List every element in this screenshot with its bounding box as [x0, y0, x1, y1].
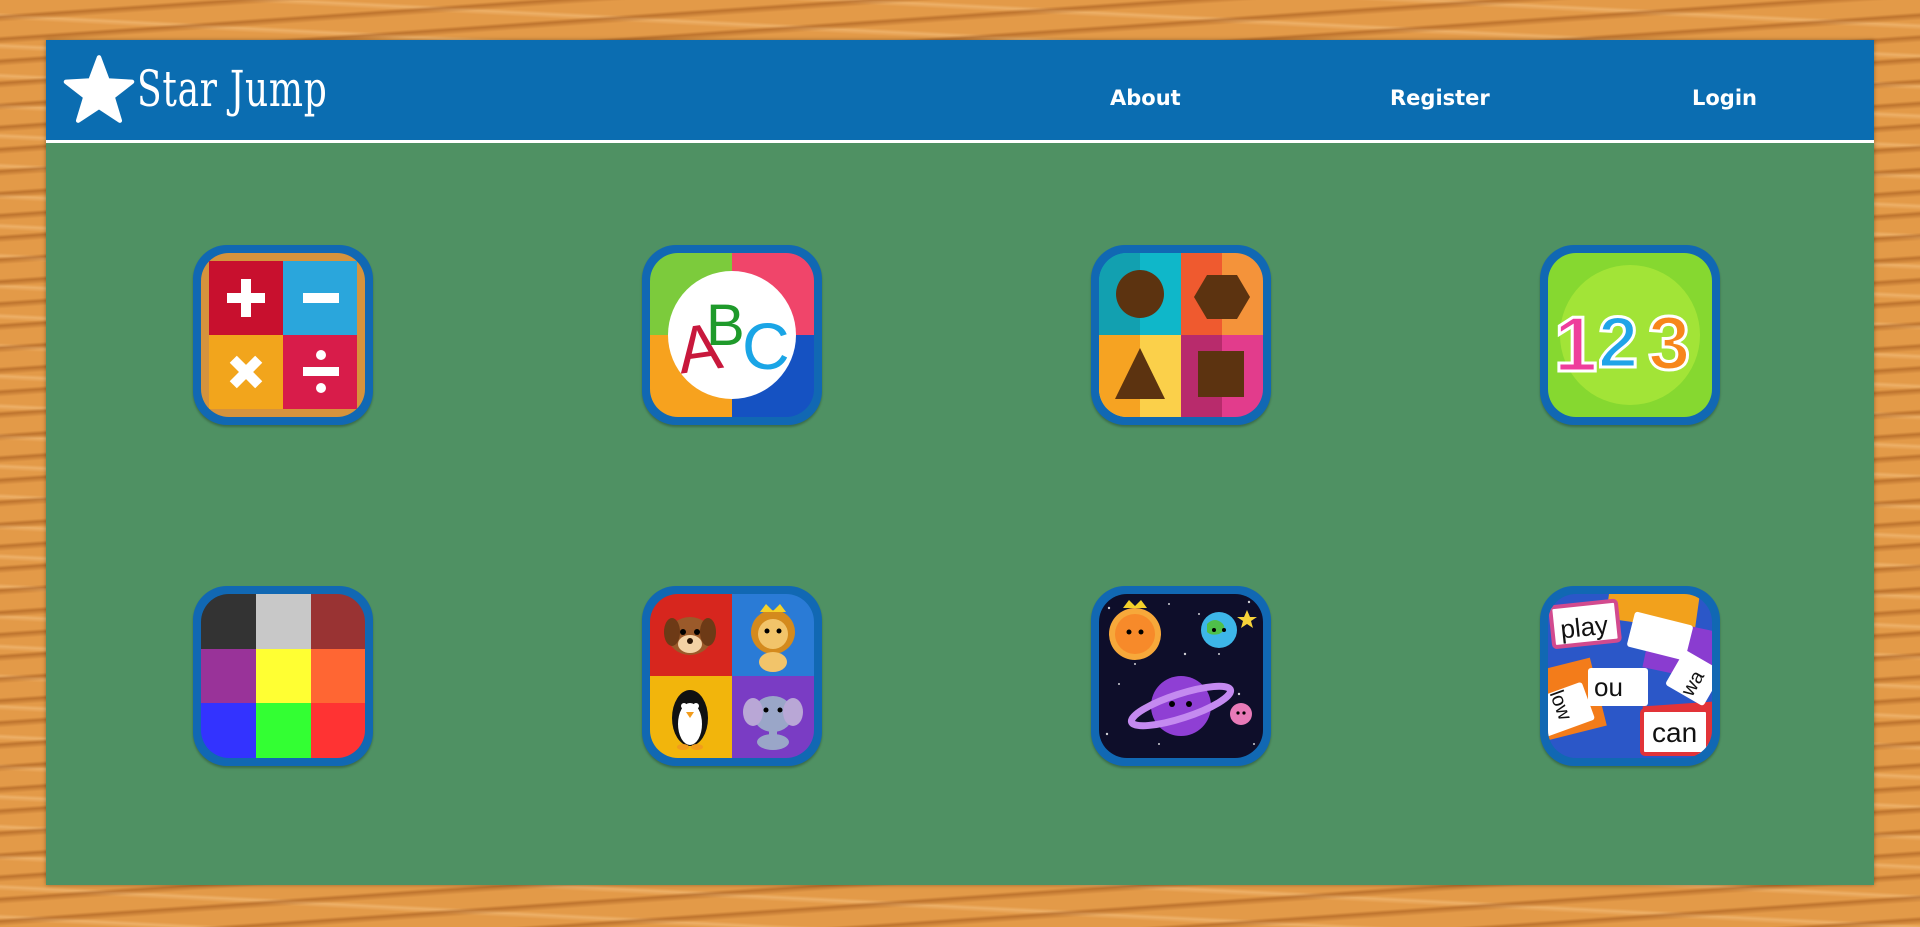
- brand-logo[interactable]: Star Jump: [63, 54, 402, 124]
- svg-text:can: can: [1652, 717, 1697, 748]
- numbers-123-icon: 1 2 3: [1548, 253, 1712, 417]
- brand-name: Star Jump: [137, 60, 328, 118]
- game-tile-colors[interactable]: [193, 586, 373, 766]
- nav-about-link[interactable]: About: [1110, 86, 1181, 110]
- space-planets-icon: [1099, 594, 1263, 758]
- svg-text:ou: ou: [1594, 672, 1623, 702]
- game-tile-shapes[interactable]: [1091, 245, 1271, 425]
- abc-letters-icon: A B C: [650, 253, 814, 417]
- nav-register-link[interactable]: Register: [1390, 86, 1490, 110]
- animals-icon: [650, 594, 814, 758]
- svg-text:3: 3: [1648, 301, 1690, 386]
- game-tile-numbers[interactable]: 1 2 3: [1540, 245, 1720, 425]
- chalkboard: Star Jump About Register Login A B C 1 2…: [46, 40, 1874, 885]
- star-icon: [63, 55, 135, 123]
- sight-words-icon: play ou low wa can: [1548, 594, 1712, 758]
- game-tile-space[interactable]: [1091, 586, 1271, 766]
- math-operations-icon: [201, 253, 365, 417]
- shapes-icon: [1099, 253, 1263, 417]
- svg-text:2: 2: [1598, 303, 1638, 383]
- nav-login-link[interactable]: Login: [1692, 86, 1757, 110]
- top-nav-bar: Star Jump About Register Login: [46, 40, 1874, 143]
- game-tile-animals[interactable]: [642, 586, 822, 766]
- svg-text:1: 1: [1554, 300, 1597, 388]
- svg-text:play: play: [1559, 610, 1610, 645]
- game-tile-abc[interactable]: A B C: [642, 245, 822, 425]
- game-tile-math[interactable]: [193, 245, 373, 425]
- colors-grid-icon: [201, 594, 365, 758]
- svg-text:C: C: [742, 309, 790, 383]
- game-tile-words[interactable]: play ou low wa can: [1540, 586, 1720, 766]
- svg-text:B: B: [706, 293, 745, 358]
